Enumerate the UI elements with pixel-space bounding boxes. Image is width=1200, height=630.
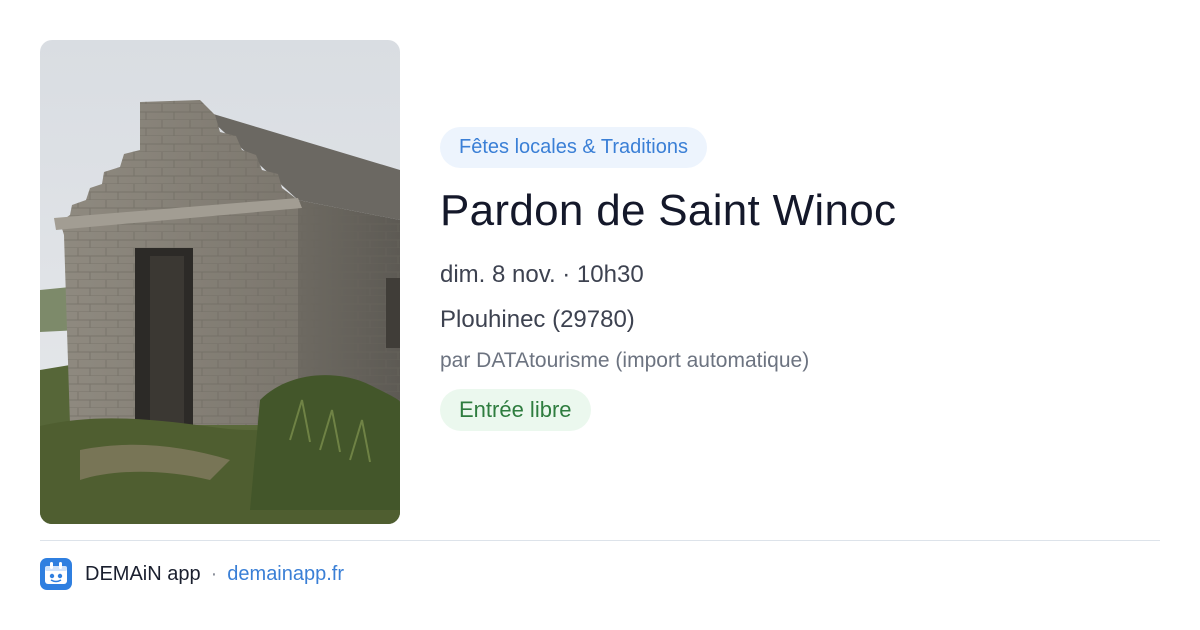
- stone-chapel-photo: [40, 40, 400, 524]
- footer: DEMAiN app · demainapp.fr: [40, 557, 344, 591]
- event-location: Plouhinec (29780): [440, 306, 635, 333]
- footer-divider: [40, 540, 1160, 541]
- category-badge[interactable]: Fêtes locales & Traditions: [440, 127, 707, 168]
- demain-app-icon: [40, 558, 72, 590]
- price-badge: Entrée libre: [440, 389, 591, 431]
- event-datetime: dim. 8 nov. · 10h30: [440, 261, 644, 288]
- event-image: [40, 40, 400, 524]
- app-website-link[interactable]: demainapp.fr: [227, 563, 344, 586]
- app-name: DEMAiN app: [85, 562, 201, 585]
- event-organizer: par DATAtourisme (import automatique): [440, 349, 810, 372]
- event-title: Pardon de Saint Winoc: [440, 186, 897, 235]
- footer-separator: ·: [210, 562, 218, 585]
- event-info: Fêtes locales & Traditions Pardon de Sai…: [440, 127, 1160, 431]
